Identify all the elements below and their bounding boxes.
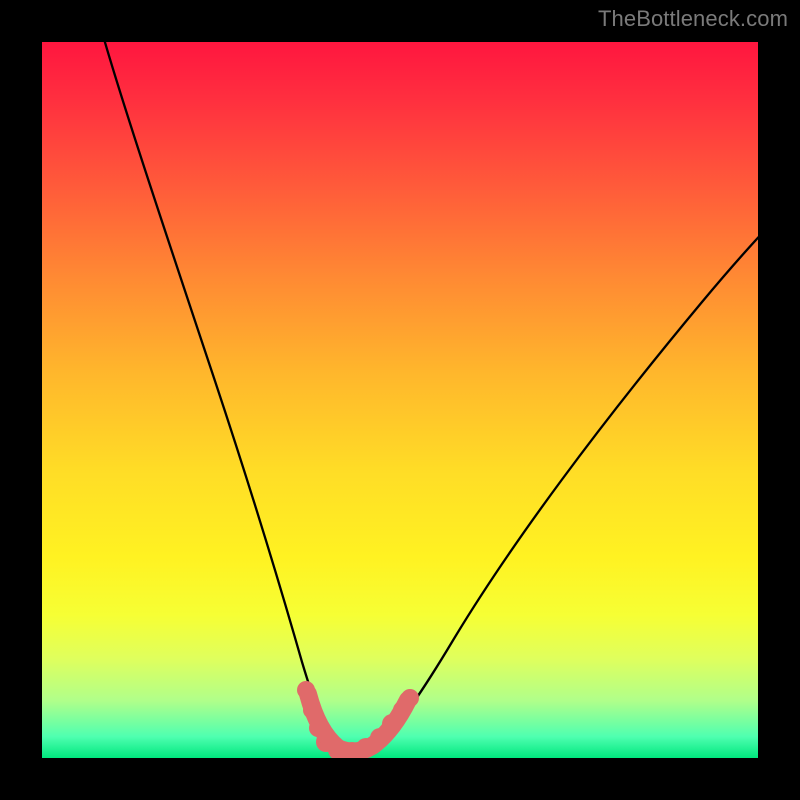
plot-area bbox=[42, 42, 758, 758]
chart-frame: TheBottleneck.com bbox=[0, 0, 800, 800]
watermark-text: TheBottleneck.com bbox=[598, 6, 788, 32]
bottleneck-curve bbox=[102, 42, 758, 755]
chart-svg bbox=[42, 42, 758, 758]
marker-band bbox=[297, 681, 419, 758]
